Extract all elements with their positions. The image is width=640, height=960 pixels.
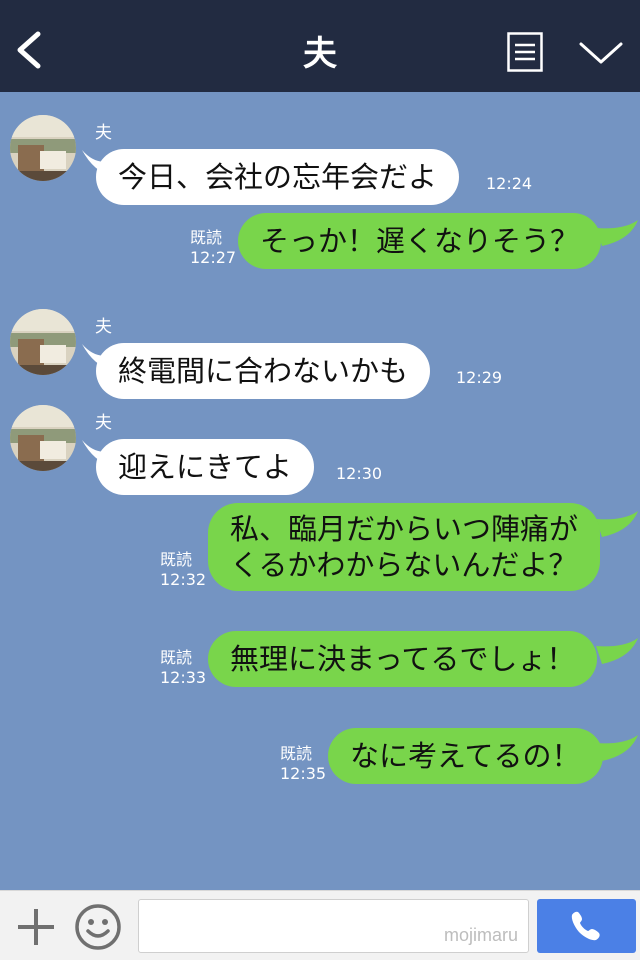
chat-area[interactable]: 夫 今日、会社の忘年会だよ 12:24 既読 12:27 そっか！遅くなりそう？… — [0, 92, 640, 890]
menu-button[interactable] — [507, 32, 543, 72]
message-time: 12:24 — [486, 174, 533, 193]
phone-icon — [571, 911, 600, 941]
read-receipt: 既読 — [160, 648, 193, 667]
message-composer: mojimaru — [0, 890, 640, 960]
message-time: 12:33 — [160, 668, 207, 687]
plus-icon — [18, 909, 54, 945]
avatar[interactable] — [10, 405, 76, 471]
message-line: 私、臨月だからいつ陣痛が — [230, 512, 579, 546]
add-button[interactable] — [14, 905, 58, 949]
bubble-tail — [596, 220, 638, 246]
message-bubble[interactable]: 私、臨月だからいつ陣痛が くるかわからないんだよ？ — [208, 503, 601, 591]
avatar[interactable] — [10, 309, 76, 375]
sender-name: 夫 — [95, 123, 112, 143]
message-time: 12:29 — [456, 368, 503, 387]
chevron-down-icon — [579, 42, 623, 64]
message-time: 12:27 — [190, 248, 237, 267]
message-bubble[interactable]: そっか！遅くなりそう？ — [238, 213, 602, 269]
message-bubble[interactable]: 迎えにきてよ — [96, 439, 315, 495]
smiley-icon — [75, 904, 121, 950]
message-bubble[interactable]: 終電間に合わないかも — [96, 343, 431, 399]
chat-title: 夫 — [303, 34, 337, 74]
message-time: 12:32 — [160, 570, 207, 589]
avatar[interactable] — [10, 115, 76, 181]
message-input[interactable]: mojimaru — [138, 899, 529, 953]
watermark: mojimaru — [443, 925, 518, 945]
options-dropdown-button[interactable] — [578, 38, 624, 68]
emoji-button[interactable] — [74, 903, 122, 951]
read-receipt: 既読 — [190, 228, 223, 247]
message-bubble[interactable]: なに考えてるの！ — [328, 728, 603, 784]
chat-header: 夫 — [0, 0, 640, 92]
bubble-tail — [596, 511, 638, 537]
sender-name: 夫 — [95, 317, 112, 337]
message-time: 12:35 — [280, 764, 327, 783]
read-receipt: 既読 — [280, 744, 313, 763]
message-line: くるかわからないんだよ？ — [230, 548, 578, 582]
call-button[interactable] — [537, 899, 636, 953]
read-receipt: 既読 — [160, 550, 193, 569]
menu-list-icon — [507, 32, 543, 72]
message-time: 12:30 — [336, 464, 383, 483]
sender-name: 夫 — [95, 413, 112, 433]
message-bubble[interactable]: 今日、会社の忘年会だよ — [96, 149, 460, 205]
message-bubble[interactable]: 無理に決まってるでしょ！ — [208, 631, 598, 687]
bubble-tail — [596, 638, 638, 664]
